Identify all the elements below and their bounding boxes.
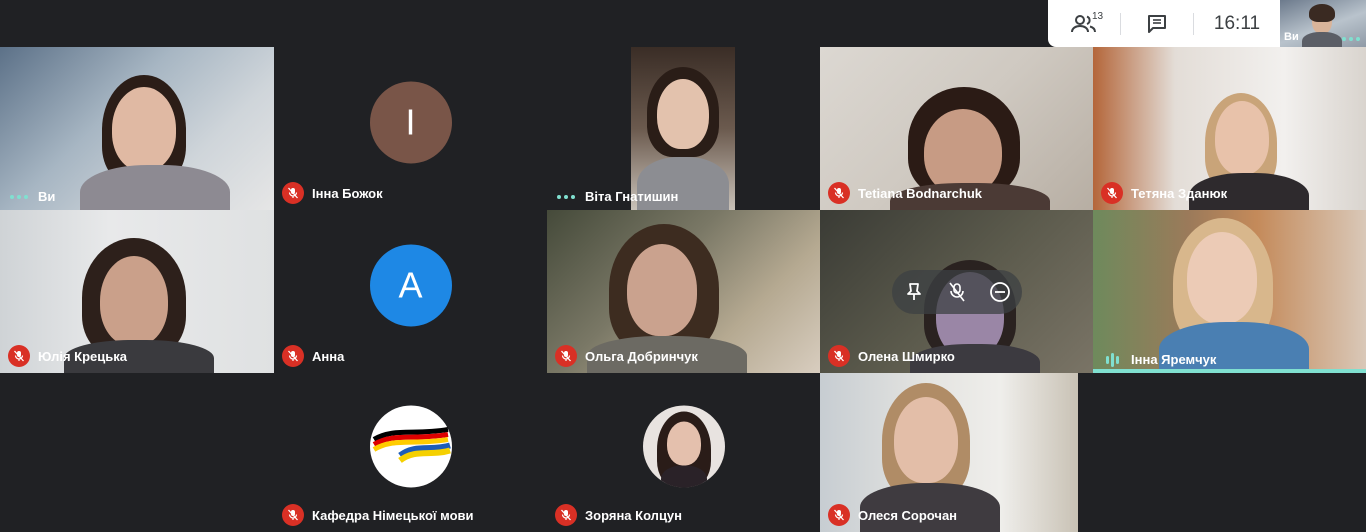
more-dots-icon[interactable] (8, 194, 30, 199)
people-count: 13 (1092, 11, 1104, 22)
meeting-stage: 13 16:11 Ви Ви І Інна Божок Віта Гнатиши… (0, 0, 1366, 532)
participant-name: Кафедра Німецької мови (312, 507, 474, 523)
participant-name: Юлія Крецька (38, 348, 127, 364)
participant-tile[interactable]: Олеся Сорочан (820, 373, 1078, 532)
speaking-indicator (1093, 369, 1366, 373)
mic-off-icon (8, 345, 30, 367)
avatar-letter: І (405, 100, 416, 142)
participant-name-row: Юлія Крецька (8, 345, 127, 367)
mute-participant-icon[interactable] (943, 278, 971, 306)
participant-tile-self[interactable]: Ви (0, 47, 274, 210)
participant-name-row: Олеся Сорочан (828, 504, 957, 526)
participant-name: Олена Шмирко (858, 348, 955, 364)
participant-name: Tetiana Bodnarchuk (858, 185, 983, 201)
remove-participant-icon[interactable] (986, 278, 1014, 306)
avatar: І (369, 80, 452, 163)
participant-name: Інна Яремчук (1131, 352, 1217, 367)
mic-off-icon (828, 182, 850, 204)
avatar-letter: А (398, 263, 423, 305)
department-logo-avatar (369, 404, 452, 487)
participant-tile[interactable]: Інна Яремчук (1093, 210, 1366, 373)
participant-tile[interactable]: Віта Гнатишин (547, 47, 820, 210)
participant-tile[interactable]: Tetiana Bodnarchuk (820, 47, 1093, 210)
participant-name-row: Тетяна Зданюк (1101, 182, 1227, 204)
audio-level-icon (1101, 352, 1123, 367)
mic-off-icon (555, 504, 577, 526)
participant-name-row: Анна (282, 345, 344, 367)
participant-name-row: Кафедра Німецької мови (282, 504, 474, 526)
participant-tile[interactable]: Ольга Добринчук (547, 210, 820, 373)
pin-icon[interactable] (900, 278, 928, 306)
participant-tile[interactable]: І Інна Божок (274, 47, 547, 210)
participant-name: Тетяна Зданюк (1131, 185, 1228, 201)
participant-name: Віта Гнатишин (585, 189, 679, 204)
flag-logo-icon (372, 426, 451, 463)
chat-button[interactable] (1121, 0, 1193, 47)
mic-off-icon (282, 345, 304, 367)
participant-tile[interactable]: Тетяна Зданюк (1093, 47, 1366, 210)
top-toolbar: 13 16:11 (1048, 0, 1280, 47)
mic-off-icon (828, 345, 850, 367)
participant-name-row: Віта Гнатишин (555, 189, 678, 204)
participant-tile[interactable]: Юлія Крецька (0, 210, 274, 373)
clock: 16:11 (1213, 12, 1261, 34)
more-dots-icon[interactable] (1340, 37, 1362, 41)
participant-name-row: Ольга Добринчук (555, 345, 698, 367)
participant-name-row: Олена Шмирко (828, 345, 955, 367)
participant-name: Анна (312, 348, 345, 364)
participant-tile[interactable]: Кафедра Німецької мови (274, 373, 547, 532)
participant-name: Ольга Добринчук (585, 348, 698, 364)
participant-name-row: Інна Яремчук (1101, 352, 1216, 367)
chat-icon (1148, 14, 1166, 33)
participant-name: Інна Божок (312, 185, 383, 201)
participant-tile[interactable]: А Анна (274, 210, 547, 373)
mic-off-icon (828, 504, 850, 526)
participant-tile[interactable]: Зоряна Колцун (547, 373, 820, 532)
mic-off-icon (282, 182, 304, 204)
self-view-thumbnail[interactable]: Ви (1280, 0, 1366, 47)
mic-off-icon (555, 345, 577, 367)
participant-name-row: Tetiana Bodnarchuk (828, 182, 982, 204)
participant-name-row: Інна Божок (282, 182, 383, 204)
participant-name-row: Ви (8, 189, 55, 204)
mic-off-icon (1101, 182, 1123, 204)
people-button[interactable]: 13 (1048, 0, 1120, 47)
participant-name: Олеся Сорочан (858, 507, 958, 523)
more-dots-icon[interactable] (555, 194, 577, 199)
tile-hover-controls (892, 270, 1022, 314)
avatar-photo (642, 404, 725, 487)
mic-off-icon (282, 504, 304, 526)
participant-name: Зоряна Колцун (585, 507, 683, 523)
avatar: А (369, 243, 452, 326)
participant-name-row: Зоряна Колцун (555, 504, 682, 526)
self-view-label: Ви (1284, 31, 1299, 43)
participant-name: Ви (38, 189, 56, 204)
